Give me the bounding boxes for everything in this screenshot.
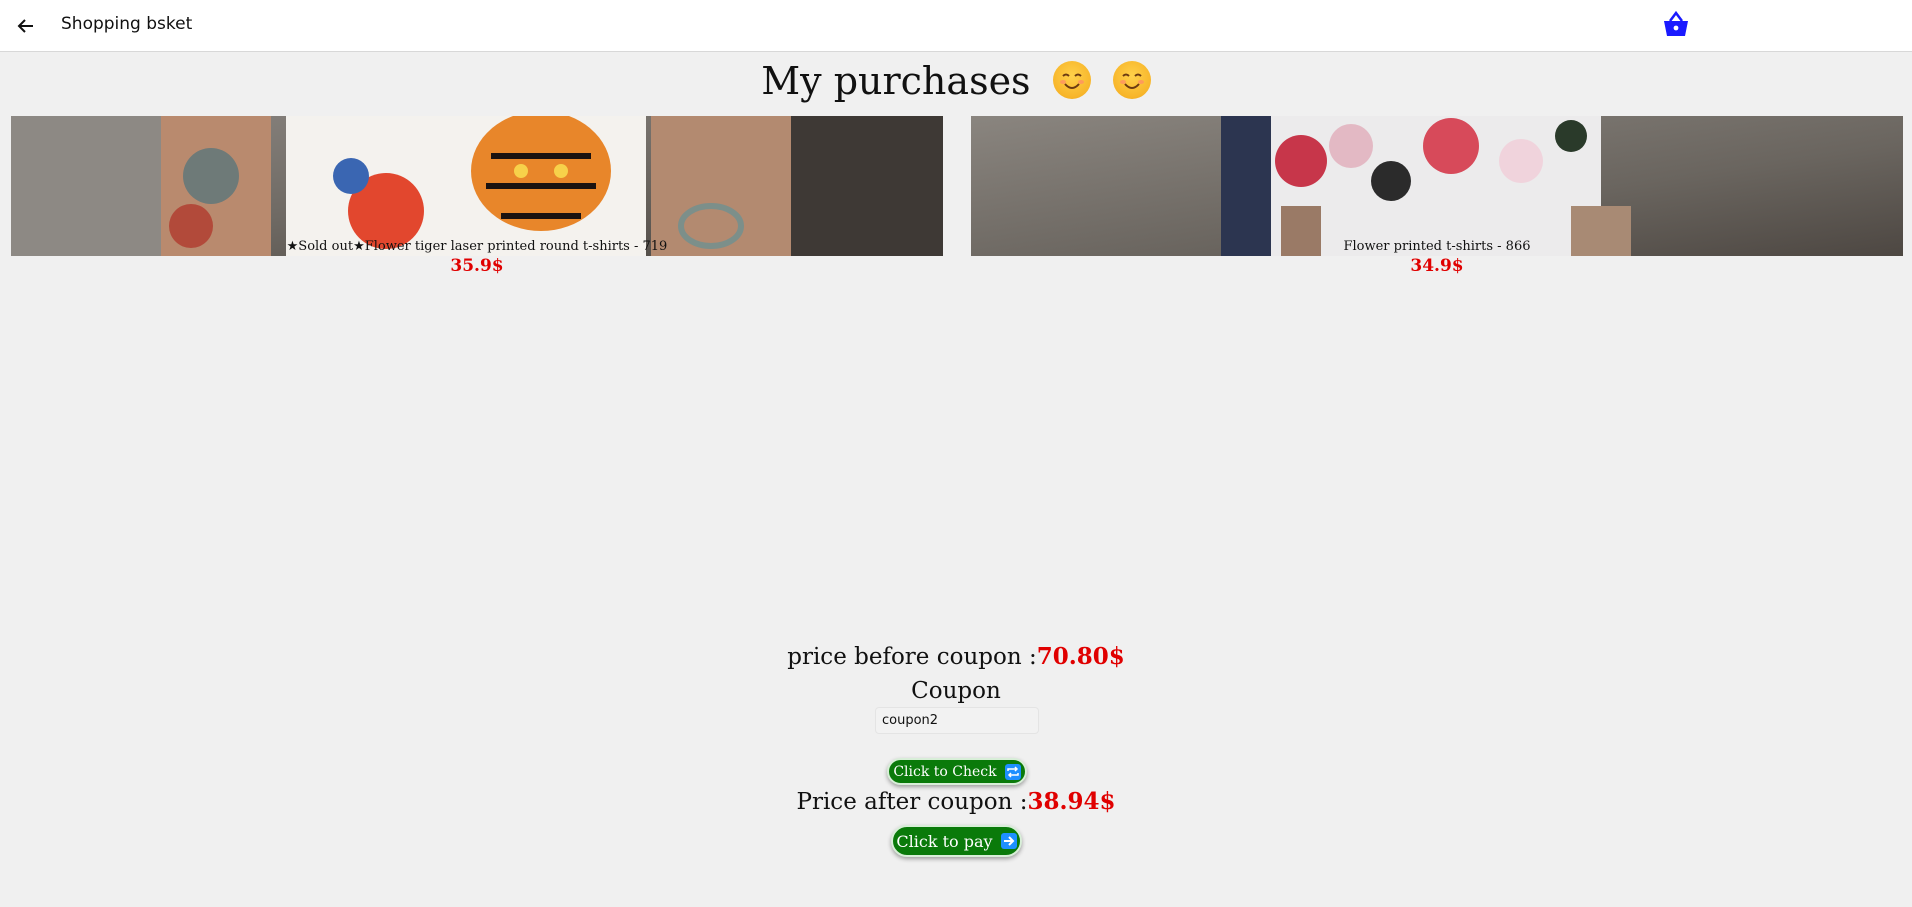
- back-button[interactable]: [10, 10, 42, 42]
- back-arrow-icon: [17, 19, 33, 33]
- app-bar-title: Shopping bsket: [61, 14, 193, 34]
- price-before-label: price before coupon :: [787, 644, 1037, 670]
- app-bar: Shopping bsket: [0, 0, 1912, 52]
- product-price: 34.9$: [1410, 256, 1464, 276]
- smiling-face-icon: [1052, 61, 1091, 99]
- repeat-icon: [1004, 763, 1021, 780]
- product-image: [11, 116, 943, 256]
- check-coupon-label: Click to Check: [893, 763, 997, 780]
- price-after-value: 38.94$: [1027, 788, 1116, 815]
- smiling-face-icon: [1112, 61, 1151, 99]
- price-after-coupon: Price after coupon :38.94$: [0, 788, 1912, 815]
- pay-button[interactable]: Click to pay: [891, 825, 1022, 857]
- coupon-input[interactable]: [875, 707, 1039, 734]
- product-image: [971, 116, 1903, 256]
- pay-button-label: Click to pay: [896, 831, 993, 851]
- price-after-label: Price after coupon :: [796, 789, 1028, 815]
- basket-button[interactable]: [1661, 8, 1691, 40]
- product-card-tiger-tshirt[interactable]: ★Sold out★Flower tiger laser printed rou…: [11, 116, 943, 256]
- product-caption: ★Sold out★Flower tiger laser printed rou…: [286, 239, 668, 254]
- basket-icon: [1664, 10, 1688, 36]
- right-arrow-icon: [1000, 833, 1017, 849]
- check-coupon-button[interactable]: Click to Check: [887, 758, 1027, 785]
- product-card-flower-tshirt[interactable]: Flower printed t-shirts - 866: [971, 116, 1903, 256]
- coupon-label: Coupon: [911, 678, 1001, 704]
- page-title-text: My purchases: [761, 59, 1031, 103]
- price-before-coupon: price before coupon :70.80$: [0, 643, 1912, 670]
- page-title: My purchases: [0, 56, 1912, 106]
- product-price: 35.9$: [450, 256, 504, 276]
- product-caption: Flower printed t-shirts - 866: [1343, 239, 1531, 254]
- price-before-value: 70.80$: [1036, 643, 1125, 670]
